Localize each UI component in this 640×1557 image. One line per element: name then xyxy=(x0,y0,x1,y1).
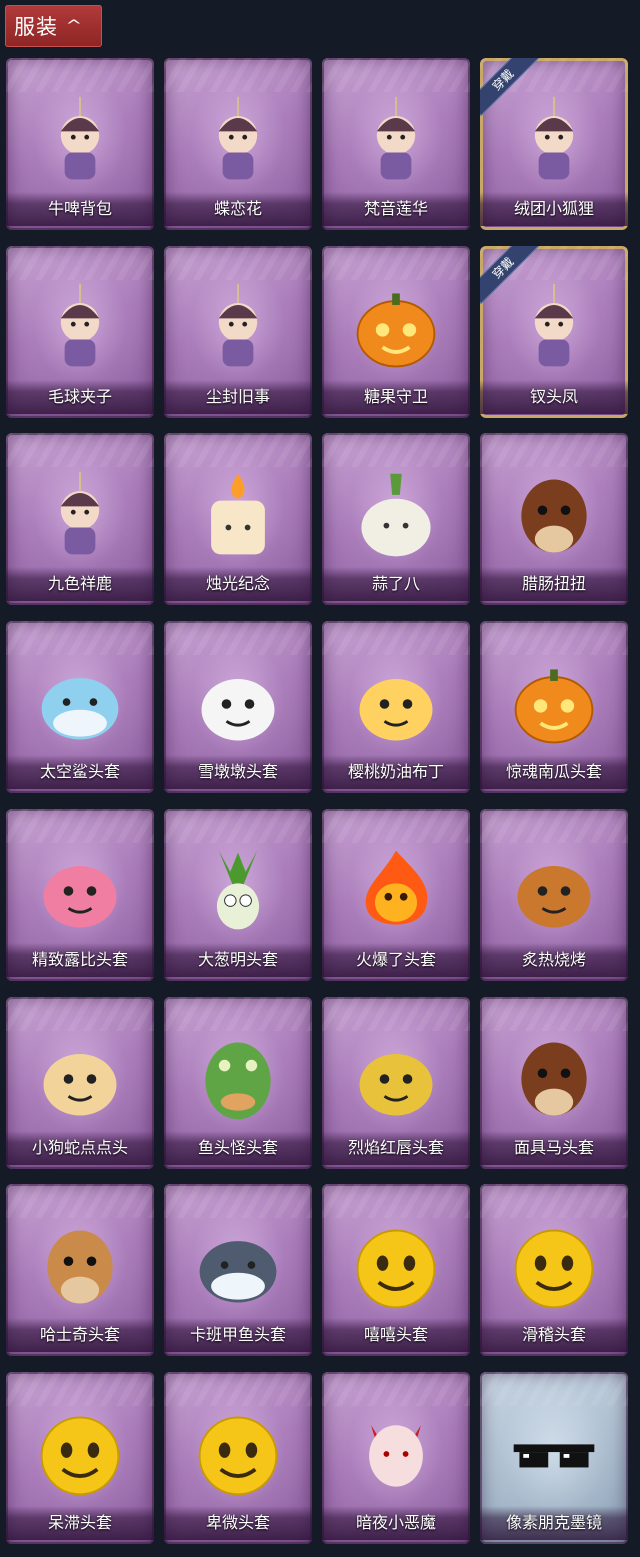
costume-card-label: 雪墩墩头套 xyxy=(164,755,312,790)
costume-card-label: 尘封旧事 xyxy=(164,379,312,414)
costume-card-label: 钗头凤 xyxy=(480,379,628,414)
fire-head-icon xyxy=(365,851,428,925)
costume-card[interactable]: 蒜了八 xyxy=(322,433,470,606)
costume-card[interactable]: 尘封旧事 xyxy=(164,245,312,418)
costume-card-label: 暗夜小恶魔 xyxy=(322,1505,470,1540)
funny-emoji-icon xyxy=(514,1229,594,1309)
costume-card-label: 牛啤背包 xyxy=(6,192,154,226)
snowman-head-icon xyxy=(201,678,275,741)
costume-card-label: 卡班甲鱼头套 xyxy=(164,1318,312,1353)
costume-card[interactable]: 卡班甲鱼头套 xyxy=(164,1184,312,1357)
costume-card-label: 像素朋克墨镜 xyxy=(480,1505,628,1540)
costume-card-label: 烛光纪念 xyxy=(164,567,312,602)
costume-card[interactable]: 穿戴 钗头凤 xyxy=(480,245,628,418)
pumpkin-scarecrow-icon xyxy=(356,293,436,368)
costume-card[interactable]: 大葱明头套 xyxy=(164,808,312,981)
costume-card[interactable]: 嘻嘻头套 xyxy=(322,1184,470,1357)
raccoon-drummer-icon xyxy=(60,284,100,367)
fish-head-icon xyxy=(205,1042,271,1120)
costume-card[interactable]: 烛光纪念 xyxy=(164,433,312,606)
costume-card[interactable]: 鱼头怪头套 xyxy=(164,996,312,1169)
turtle-head-icon xyxy=(199,1240,277,1303)
garlic-icon xyxy=(361,473,431,557)
costume-card[interactable]: 梵音莲华 xyxy=(322,58,470,230)
shark-head-icon xyxy=(41,677,119,740)
costume-card[interactable]: 卑微头套 xyxy=(164,1371,312,1544)
pudding-icon xyxy=(359,678,433,741)
costume-card-label: 九色祥鹿 xyxy=(6,567,154,602)
candle-icon xyxy=(211,473,265,555)
costume-card[interactable]: 惊魂南瓜头套 xyxy=(480,621,628,794)
costume-card-label: 蒜了八 xyxy=(322,567,470,602)
costume-card[interactable]: 毛球夹子 xyxy=(6,245,154,418)
costume-card[interactable]: 太空鲨头套 xyxy=(6,621,154,794)
costume-card[interactable]: 面具马头套 xyxy=(480,996,628,1169)
horse-head-icon xyxy=(521,1042,587,1116)
costume-card[interactable]: 糖果守卫 xyxy=(322,245,470,418)
costume-card-label: 嘻嘻头套 xyxy=(322,1318,470,1353)
costume-card-label: 火爆了头套 xyxy=(322,942,470,977)
equipped-badge: 穿戴 xyxy=(480,58,542,120)
costume-card-label: 蝶恋花 xyxy=(164,192,312,226)
costume-card-label: 毛球夹子 xyxy=(6,379,154,414)
costume-card-label: 烈焰红唇头套 xyxy=(322,1130,470,1165)
grin-emoji-icon xyxy=(356,1229,436,1309)
costume-card-label: 樱桃奶油布丁 xyxy=(322,755,470,790)
costume-grid: 牛啤背包 蝶恋花 梵音莲华 穿戴 绒团小狐狸 毛球夹子 尘封旧事 糖果守卫 穿戴 钗头凤 九色祥鹿烛… xyxy=(0,0,640,1557)
flushed-emoji-icon xyxy=(40,1416,120,1496)
grilled-meat-icon xyxy=(517,866,591,928)
dachshund-icon xyxy=(521,479,587,553)
costume-card-label: 精致露比头套 xyxy=(6,942,154,977)
pink-beaver-head-icon xyxy=(43,866,117,928)
costume-card-label: 卑微头套 xyxy=(164,1505,312,1540)
husky-head-icon xyxy=(47,1230,113,1304)
costume-card[interactable]: 牛啤背包 xyxy=(6,58,154,230)
costume-card[interactable]: 樱桃奶油布丁 xyxy=(322,621,470,794)
pixel-sunglasses-icon xyxy=(513,1444,595,1468)
costume-card[interactable]: 暗夜小恶魔 xyxy=(322,1371,470,1544)
costume-card-label: 大葱明头套 xyxy=(164,942,312,977)
equipped-badge-label: 穿戴 xyxy=(480,58,540,117)
costume-card-label: 鱼头怪头套 xyxy=(164,1130,312,1165)
costume-card-label: 小狗蛇点点头 xyxy=(6,1130,154,1165)
costume-card-label: 滑稽头套 xyxy=(480,1318,628,1353)
costume-card[interactable]: 滑稽头套 xyxy=(480,1184,628,1357)
costume-card-label: 糖果守卫 xyxy=(322,379,470,414)
costume-card[interactable]: 雪墩墩头套 xyxy=(164,621,312,794)
costume-card-label: 哈士奇头套 xyxy=(6,1318,154,1353)
pleading-emoji-icon xyxy=(198,1416,278,1496)
cow-beer-mug-icon xyxy=(60,96,100,179)
costume-card-label: 惊魂南瓜头套 xyxy=(480,755,628,790)
costume-card-label: 炙热烧烤 xyxy=(480,942,628,977)
costume-card-label: 腊肠扭扭 xyxy=(480,567,628,602)
costume-card-label: 绒团小狐狸 xyxy=(480,192,628,226)
pumpkin-head-icon xyxy=(514,669,594,744)
yellow-mask-sunglasses-icon xyxy=(359,1054,433,1116)
costume-card-label: 太空鲨头套 xyxy=(6,755,154,790)
costume-card-label: 呆滞头套 xyxy=(6,1505,154,1540)
costume-card[interactable]: 呆滞头套 xyxy=(6,1371,154,1544)
costume-card[interactable]: 哈士奇头套 xyxy=(6,1184,154,1357)
costume-card[interactable]: 腊肠扭扭 xyxy=(480,433,628,606)
dark-hair-doll-icon xyxy=(218,284,258,367)
bell-wreath-icon xyxy=(218,96,258,179)
costume-card[interactable]: 像素朋克墨镜 xyxy=(480,1371,628,1544)
equipped-badge: 穿戴 xyxy=(480,245,542,308)
costume-card[interactable]: 精致露比头套 xyxy=(6,808,154,981)
snake-head-icon xyxy=(43,1054,117,1116)
costume-card-label: 面具马头套 xyxy=(480,1130,628,1165)
equipped-badge-label: 穿戴 xyxy=(480,245,540,304)
costume-card[interactable]: 炙热烧烤 xyxy=(480,808,628,981)
costume-card[interactable]: 火爆了头套 xyxy=(322,808,470,981)
devil-head-icon xyxy=(369,1425,423,1488)
costume-card[interactable]: 穿戴 绒团小狐狸 xyxy=(480,58,628,230)
scallion-head-icon xyxy=(216,851,260,930)
costume-card-label: 梵音莲华 xyxy=(322,192,470,226)
costume-card[interactable]: 小狗蛇点点头 xyxy=(6,996,154,1169)
costume-card[interactable]: 蝶恋花 xyxy=(164,58,312,230)
costume-card[interactable]: 九色祥鹿 xyxy=(6,433,154,606)
deer-charm-icon xyxy=(60,471,100,555)
pink-hair-doll-icon xyxy=(376,96,416,179)
costume-card[interactable]: 烈焰红唇头套 xyxy=(322,996,470,1169)
